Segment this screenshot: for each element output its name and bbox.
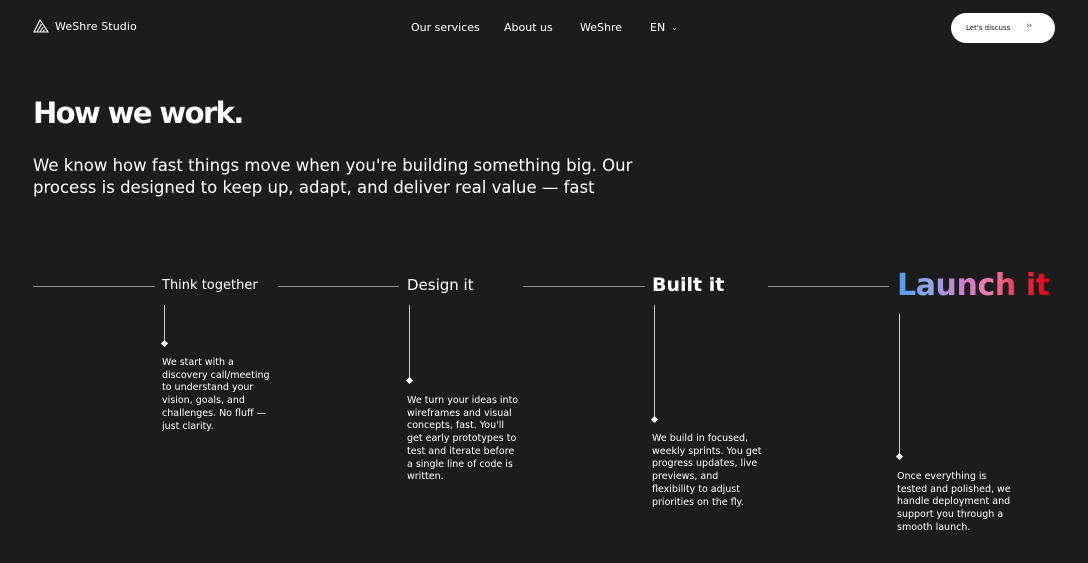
weshre-logo-icon (33, 19, 49, 33)
step-marker (405, 376, 414, 385)
step-title-design-it: Design it (407, 276, 474, 294)
lets-discuss-label: Let's discuss (966, 24, 1011, 32)
step-description-design-it: We turn your ideas into wireframes and v… (407, 395, 519, 483)
step-title-built-it: Built it (652, 274, 725, 296)
step-title-launch-it: Launch it (897, 271, 1050, 301)
timeline-divider (523, 286, 645, 287)
launch-it-gradient-text: Launch it (897, 268, 1050, 303)
lets-discuss-button[interactable]: Let's discuss ›› (951, 13, 1055, 43)
timeline-divider (33, 286, 155, 287)
brand-name: WeShre Studio (55, 19, 137, 33)
nav-link-our-services[interactable]: Our services (411, 21, 480, 34)
language-label: EN (650, 21, 666, 34)
timeline-divider (278, 286, 399, 287)
top-navigation: WeShre Studio Our services About us WeSh… (0, 0, 1088, 56)
step-connector (654, 305, 655, 418)
nav-link-weshre[interactable]: WeShre (580, 21, 622, 34)
step-connector (164, 305, 165, 342)
step-marker (650, 415, 659, 424)
step-title-think-together: Think together (162, 278, 258, 293)
nav-link-about-us[interactable]: About us (504, 21, 553, 34)
timeline-divider (768, 286, 889, 287)
step-description-think-together: We start with a discovery call/meeting t… (162, 357, 270, 432)
step-connector (899, 314, 900, 455)
step-connector (409, 305, 410, 379)
step-description-built-it: We build in focused, weekly sprints. You… (652, 433, 762, 508)
step-description-launch-it: Once everything is tested and polished, … (897, 471, 1011, 533)
double-chevron-right-icon: ›› (1026, 21, 1032, 31)
brand[interactable]: WeShre Studio (33, 19, 137, 33)
intro-text: We know how fast things move when you're… (33, 156, 633, 197)
chevron-down-icon: ⌄ (671, 23, 678, 32)
page-title: How we work. (33, 96, 244, 130)
step-marker (895, 452, 904, 461)
step-marker (160, 339, 169, 348)
language-selector[interactable]: EN ⌄ (650, 21, 678, 34)
